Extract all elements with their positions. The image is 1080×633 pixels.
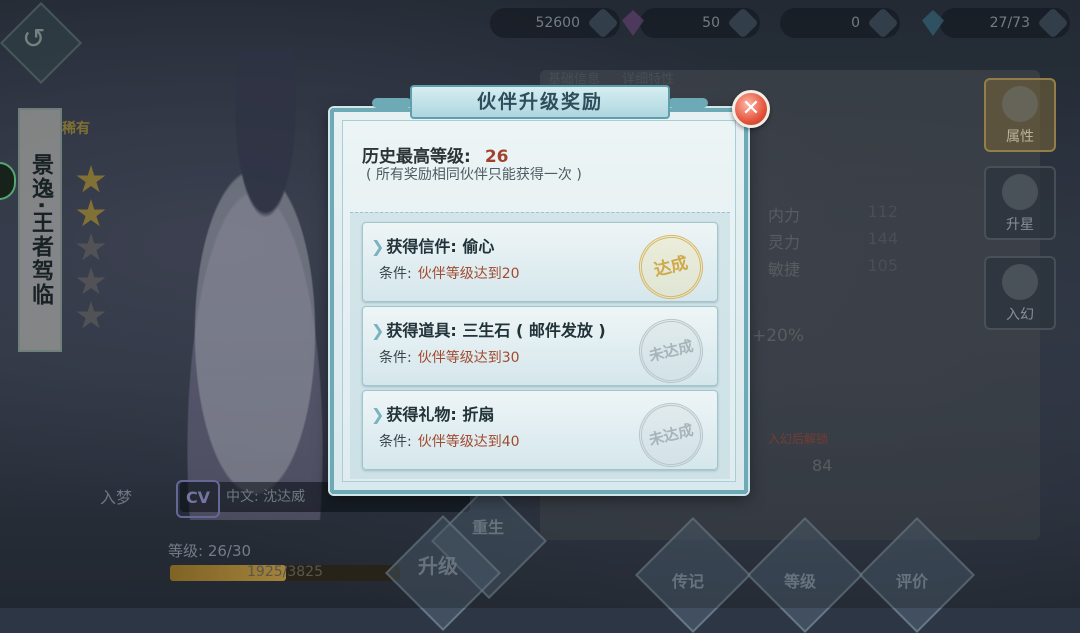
condition-label: 条件: bbox=[379, 350, 412, 366]
reward-title-text: 获得信件: 偷心 bbox=[386, 237, 495, 256]
title-ornament bbox=[668, 98, 708, 108]
achieved-stamp: 达成 bbox=[632, 228, 710, 306]
reward-title: ❯ 获得道具: 三生石 ( 邮件发放 ) bbox=[371, 317, 606, 341]
condition-value: 伙伴等级达到40 bbox=[417, 434, 520, 450]
reward-title: ❯ 获得礼物: 折扇 bbox=[371, 401, 494, 425]
reward-condition: 条件: 伙伴等级达到20 bbox=[379, 263, 520, 283]
condition-value: 伙伴等级达到30 bbox=[417, 350, 520, 366]
not-achieved-stamp: 未达成 bbox=[632, 312, 710, 390]
bullet-icon: ❯ bbox=[371, 237, 385, 256]
bullet-icon: ❯ bbox=[371, 405, 385, 424]
reward-card: ❯ 获得道具: 三生石 ( 邮件发放 ) 条件: 伙伴等级达到30 未达成 bbox=[362, 306, 718, 390]
not-achieved-stamp: 未达成 bbox=[632, 396, 710, 474]
reward-title-text: 获得礼物: 折扇 bbox=[386, 405, 495, 424]
reward-condition: 条件: 伙伴等级达到30 bbox=[379, 347, 520, 367]
reward-card: ❯ 获得信件: 偷心 条件: 伙伴等级达到20 达成 bbox=[362, 222, 718, 306]
reward-card: ❯ 获得礼物: 折扇 条件: 伙伴等级达到40 未达成 bbox=[362, 390, 718, 474]
title-ornament bbox=[372, 98, 412, 108]
condition-label: 条件: bbox=[379, 266, 412, 282]
reward-note: ( 所有奖励相同伙伴只能获得一次 ) bbox=[366, 167, 582, 183]
condition-value: 伙伴等级达到20 bbox=[417, 266, 520, 282]
reward-title-text: 获得道具: 三生石 ( 邮件发放 ) bbox=[386, 321, 606, 340]
reward-condition: 条件: 伙伴等级达到40 bbox=[379, 431, 520, 451]
dialog-title: 伙伴升级奖励 bbox=[410, 85, 670, 119]
bullet-icon: ❯ bbox=[371, 321, 385, 340]
close-button[interactable]: ✕ bbox=[732, 90, 770, 128]
reward-title: ❯ 获得信件: 偷心 bbox=[371, 233, 494, 257]
condition-label: 条件: bbox=[379, 434, 412, 450]
